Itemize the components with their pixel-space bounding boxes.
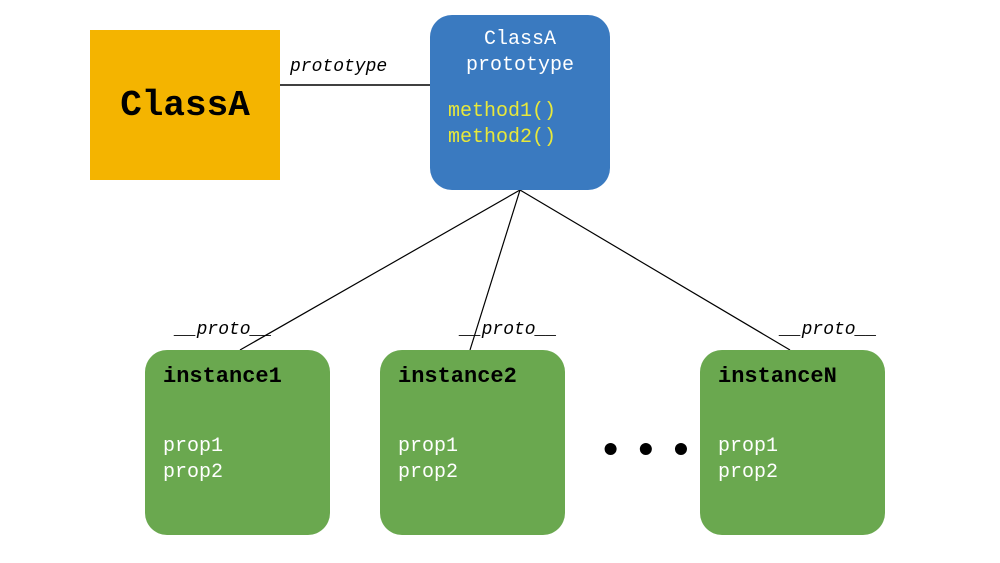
instance-box: instance1 prop1 prop2: [145, 350, 330, 535]
prototype-edge-label: prototype: [290, 57, 387, 77]
instance-prop: prop1: [163, 434, 312, 460]
prototype-method: method2(): [448, 125, 592, 151]
prototype-title-line2: prototype: [466, 54, 574, 77]
instance-name: instance1: [163, 364, 312, 389]
instance-name: instance2: [398, 364, 547, 389]
proto-edge-label: __proto__: [460, 320, 557, 340]
instance-prop: prop1: [718, 434, 867, 460]
instance-prop: prop2: [398, 460, 547, 486]
prototype-title: ClassA prototype: [448, 27, 592, 79]
proto-edge-label: __proto__: [175, 320, 272, 340]
instance-prop: prop2: [718, 460, 867, 486]
instance-box: instanceN prop1 prop2: [700, 350, 885, 535]
instance-prop: prop1: [398, 434, 547, 460]
prototype-method: method1(): [448, 99, 592, 125]
class-name: ClassA: [120, 85, 250, 126]
instance-name: instanceN: [718, 364, 867, 389]
prototype-title-line1: ClassA: [484, 28, 556, 51]
instance-box: instance2 prop1 prop2: [380, 350, 565, 535]
prototype-box: ClassA prototype method1() method2(): [430, 15, 610, 190]
class-box: ClassA: [90, 30, 280, 180]
ellipsis-icon: •••: [598, 428, 704, 476]
instance-prop: prop2: [163, 460, 312, 486]
proto-edge-label: __proto__: [780, 320, 877, 340]
